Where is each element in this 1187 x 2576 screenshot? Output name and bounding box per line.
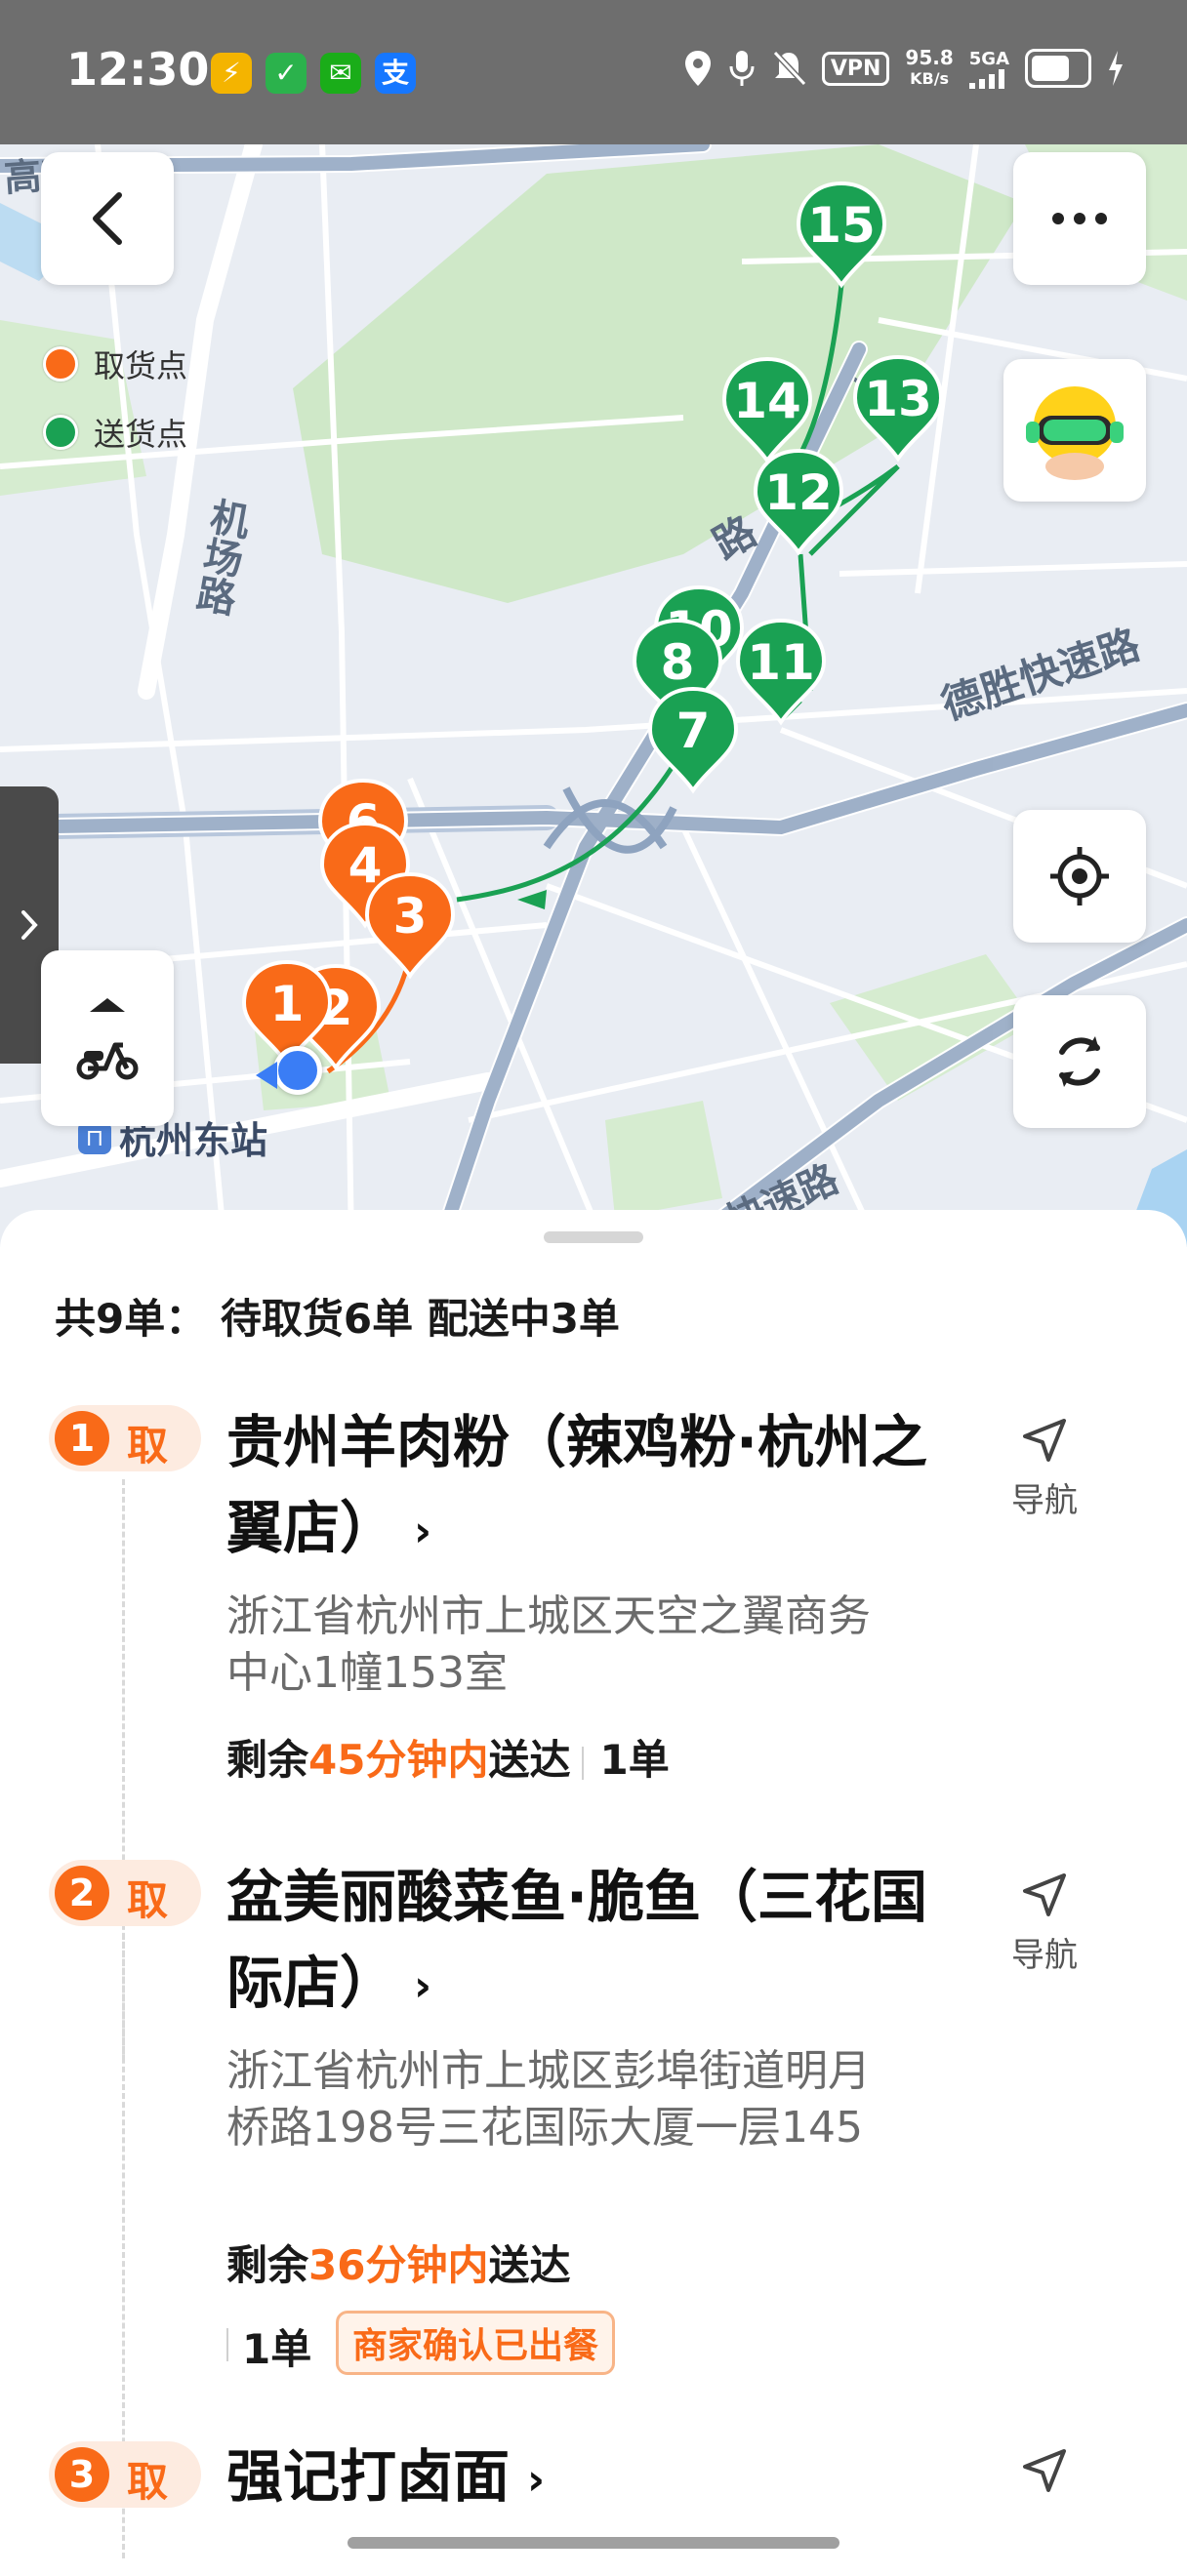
charging-icon (1109, 51, 1123, 86)
vehicle-mode-button[interactable] (41, 950, 174, 1126)
current-location-marker (273, 1046, 322, 1095)
alipay-icon: 支 (375, 53, 416, 94)
navigation-arrow-icon (1023, 1873, 1066, 1916)
order-step-badge: 2 取 (49, 1860, 201, 1926)
order-summary: 共9单： 待取货6单 配送中3单 (55, 1295, 620, 1343)
back-button[interactable] (41, 152, 174, 285)
order-step-badge: 1 取 (49, 1405, 201, 1471)
network-speed: 95.8 KB/s (905, 46, 954, 88)
map-view[interactable]: 高新路 机场路 德胜快速路 路 大 快速路 ⊓ 杭州东站 取货点 送货点 15 … (0, 144, 1187, 1247)
legend-pickup: 取货点 (43, 330, 187, 398)
meal-ready-tag: 商家确认已出餐 (336, 2311, 616, 2375)
map-legend: 取货点 送货点 (43, 330, 187, 466)
more-dots-icon (1052, 213, 1107, 224)
navigate-button[interactable]: 导航 (986, 1417, 1103, 1521)
back-arrow-icon (93, 192, 122, 245)
chevron-right-icon: › (414, 1960, 432, 2011)
status-bar: 12:30 ⚡ ✓ ✉ 支 VPN 95.8 KB/s 5GA (0, 0, 1187, 144)
microphone-icon (729, 51, 755, 86)
rider-avatar-button[interactable] (1003, 359, 1146, 502)
divider (226, 2328, 228, 2361)
mute-bell-icon (772, 50, 806, 87)
legend-dropoff: 送货点 (43, 398, 187, 466)
signal-indicator: 5GA (969, 49, 1009, 89)
locate-target-icon (1050, 847, 1109, 906)
navigate-button[interactable]: 导航 (986, 1872, 1103, 1976)
delivery-eta: 剩余36分钟内送达 (226, 2241, 571, 2289)
battery-icon (1025, 49, 1091, 88)
map-pin-dropoff[interactable]: 11 (734, 617, 828, 726)
chevron-right-icon: › (414, 1506, 432, 1556)
heading-arrow-icon (256, 1062, 277, 1089)
delivery-eta: 剩余45分钟内送达 1单 (226, 1736, 670, 1784)
sheet-drag-handle[interactable] (544, 1231, 643, 1243)
shop-name-link[interactable]: 强记打卤面 › (226, 2434, 949, 2523)
dropoff-dot-icon (43, 415, 78, 450)
caret-up-icon (90, 998, 125, 1012)
shop-name-link[interactable]: 盆美丽酸菜鱼·脆鱼（三花国际店） › (226, 1854, 949, 2030)
shield-app-icon: ✓ (266, 53, 307, 94)
map-pin-dropoff[interactable]: 12 (752, 447, 845, 556)
map-pin-dropoff[interactable]: 15 (795, 180, 888, 289)
scooter-icon (76, 1042, 139, 1080)
navigate-button[interactable] (986, 2447, 1103, 2498)
status-time: 12:30 (66, 43, 210, 96)
shop-name-link[interactable]: 贵州羊肉粉（辣鸡粉·杭州之翼店） › (226, 1399, 949, 1575)
order-list-sheet[interactable]: 共9单： 待取货6单 配送中3单 1 取 贵州羊肉粉（辣鸡粉·杭州之翼店） › 浙… (0, 1210, 1187, 2576)
shop-address: 浙江省杭州市上城区彭埠街道明月桥路198号三花国际大厦一层145 (226, 2046, 871, 2153)
location-icon (684, 51, 711, 86)
more-button[interactable] (1013, 152, 1146, 285)
order-step-badge: 3 取 (49, 2441, 201, 2508)
order-count: 1单 (242, 2325, 312, 2373)
helmet-avatar-icon (1026, 386, 1124, 480)
map-pin-dropoff[interactable]: 7 (646, 685, 740, 794)
refresh-icon (1059, 1036, 1100, 1087)
map-pin-dropoff[interactable]: 13 (851, 353, 945, 463)
home-indicator[interactable] (348, 2537, 839, 2549)
status-icons: VPN 95.8 KB/s 5GA (683, 47, 1125, 90)
app-icon-1: ⚡ (211, 53, 252, 94)
navigation-arrow-icon (1023, 1419, 1066, 1462)
locate-me-button[interactable] (1013, 810, 1146, 943)
navigation-arrow-icon (1023, 2449, 1066, 2492)
chevron-right-icon: › (527, 2454, 546, 2505)
shop-address: 浙江省杭州市上城区天空之翼商务中心1幢153室 (226, 1591, 871, 1698)
pickup-dot-icon (43, 346, 78, 382)
refresh-button[interactable] (1013, 995, 1146, 1128)
chevron-right-icon (21, 910, 38, 940)
vpn-indicator: VPN (821, 51, 890, 86)
wechat-icon: ✉ (320, 53, 361, 94)
